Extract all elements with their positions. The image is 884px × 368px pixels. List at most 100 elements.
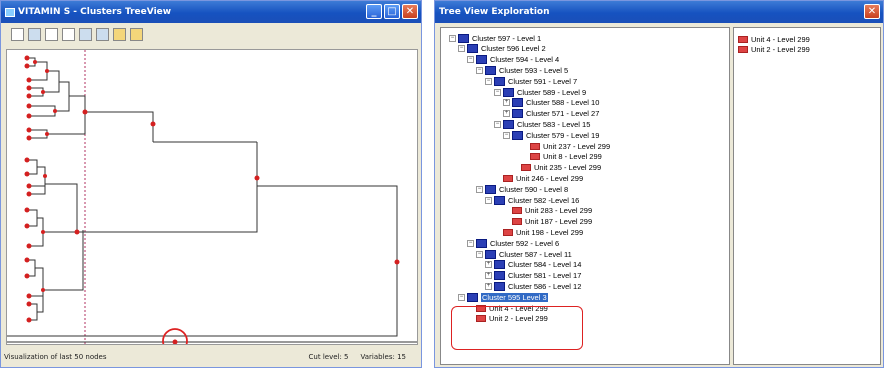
tree-node-label: Cluster 591 - Level 7 [508, 76, 578, 86]
unit-icon [503, 174, 513, 182]
tree-view-exploration-window: Tree View Exploration ✕ − Cluster 597 - L… [434, 0, 884, 368]
tree-node-cluster[interactable]: + Cluster 571 - Level 27 [503, 109, 599, 119]
tree-node-cluster[interactable]: − Cluster 579 - Level 19 [503, 130, 599, 140]
cluster-icon [476, 55, 487, 65]
expand-icon[interactable]: + [503, 99, 510, 107]
tree-node-cluster[interactable]: − Cluster 589 - Level 9 [494, 87, 586, 97]
dendrogram-canvas[interactable] [6, 49, 418, 354]
collapse-icon[interactable]: − [467, 239, 474, 247]
collapse-icon[interactable]: − [494, 120, 501, 128]
expand-icon[interactable]: + [485, 282, 492, 290]
cluster-icon [476, 238, 487, 248]
expand-icon[interactable]: + [503, 110, 510, 118]
tree-node-unit[interactable]: Unit 283 - Level 299 [503, 206, 592, 216]
tree-node-label: Cluster 593 - Level 5 [499, 65, 569, 75]
tree-node-cluster[interactable]: − Cluster 582 -Level 16 [485, 195, 579, 205]
expand-icon[interactable]: + [485, 272, 492, 280]
collapse-icon[interactable]: − [458, 45, 465, 53]
tree-node-label: Unit 246 - Level 299 [516, 173, 584, 183]
unit-icon [530, 142, 540, 150]
collapse-icon[interactable]: − [458, 293, 465, 301]
cluster-icon [494, 195, 505, 205]
cluster-icon [467, 44, 478, 54]
list-item-label: Unit 4 - Level 299 [751, 34, 810, 44]
tree-node-cluster[interactable]: − Cluster 590 - Level 8 [476, 184, 568, 194]
status-text: Visualization of last 50 nodes [4, 353, 107, 361]
detail-list-panel[interactable]: Unit 4 - Level 299 Unit 2 - Level 299 [733, 27, 881, 365]
tree-node-cluster[interactable]: − Cluster 596 Level 2 [458, 44, 546, 54]
tree-node-cluster[interactable]: − Cluster 587 - Level 11 [476, 249, 572, 259]
tree-node-label: Cluster 579 - Level 19 [526, 130, 600, 140]
tree-node-cluster[interactable]: − Cluster 591 - Level 7 [485, 76, 577, 86]
tree-node-cluster[interactable]: + Cluster 581 - Level 17 [485, 271, 581, 281]
dendrogram[interactable] [7, 50, 417, 354]
close-button[interactable]: ✕ [402, 4, 418, 19]
tree-node-label: Cluster 583 - Level 15 [517, 119, 591, 129]
status-bar: Visualization of last 50 nodes Cut level… [4, 350, 418, 364]
collapse-icon[interactable]: − [467, 56, 474, 64]
window-icon[interactable] [62, 27, 75, 41]
collapse-icon[interactable]: − [449, 34, 456, 42]
title-bar[interactable]: VITAMIN S - Clusters TreeView _ □ ✕ [1, 1, 421, 23]
copy-icon[interactable] [79, 27, 92, 41]
tree-node-cluster[interactable]: + Cluster 584 - Level 14 [485, 260, 581, 270]
tree-node-cluster[interactable]: + Cluster 588 - Level 10 [503, 98, 599, 108]
tree-node-unit[interactable]: Unit 198 - Level 299 [494, 227, 583, 237]
tree-node-label: Cluster 592 - Level 6 [490, 238, 560, 248]
collapse-icon[interactable]: − [476, 185, 483, 193]
expand-icon[interactable]: + [485, 261, 492, 269]
tree-node-unit[interactable]: Unit 246 - Level 299 [494, 173, 583, 183]
doc-icon[interactable] [113, 27, 126, 41]
tree-node-cluster[interactable]: − Cluster 593 - Level 5 [476, 65, 568, 75]
collapse-icon[interactable]: − [485, 77, 492, 85]
app-icon [5, 7, 15, 17]
tree-node-cluster[interactable]: − Cluster 597 - Level 1 [449, 33, 541, 43]
collapse-icon[interactable]: − [476, 250, 483, 258]
tree-node-label: Unit 8 - Level 299 [543, 152, 602, 162]
tree-node-cluster[interactable]: − Cluster 594 - Level 4 [467, 55, 559, 65]
title-bar[interactable]: Tree View Exploration ✕ [435, 1, 883, 23]
tree-node-label: Unit 235 - Level 299 [534, 163, 602, 173]
unit-icon [738, 46, 748, 54]
cut-level-text: Cut level: 5 [308, 353, 349, 361]
list-item[interactable]: Unit 4 - Level 299 [738, 34, 810, 44]
collapse-icon[interactable]: − [476, 66, 483, 74]
close-button[interactable]: ✕ [864, 4, 880, 19]
list-item-label: Unit 2 - Level 299 [751, 45, 810, 55]
tree-node-label: Unit 283 - Level 299 [525, 206, 593, 216]
tree-node-cluster[interactable]: − Cluster 592 - Level 6 [467, 238, 559, 248]
collapse-icon[interactable]: − [485, 196, 492, 204]
toolbar [1, 23, 421, 45]
cluster-icon [494, 76, 505, 86]
tree-node-unit[interactable]: Unit 235 - Level 299 [512, 163, 601, 173]
tree-node-label: Cluster 581 - Level 17 [508, 271, 582, 281]
tree-node-cluster[interactable]: + Cluster 586 - Level 12 [485, 281, 581, 291]
maximize-button[interactable]: □ [384, 4, 400, 19]
arrow-icon[interactable] [28, 27, 41, 41]
cluster-icon [494, 260, 505, 270]
cluster-icon [494, 281, 505, 291]
tree-node-unit[interactable]: Unit 8 - Level 299 [521, 152, 602, 162]
cluster-icon [503, 119, 514, 129]
list-item[interactable]: Unit 2 - Level 299 [738, 45, 810, 55]
cluster-icon [512, 98, 523, 108]
tree-node-cluster[interactable]: − Cluster 583 - Level 15 [494, 119, 590, 129]
cluster-icon [485, 184, 496, 194]
tree-node-cluster[interactable]: − Cluster 595 Level 3 [458, 292, 548, 302]
collapse-icon[interactable]: − [503, 131, 510, 139]
minimize-button[interactable]: _ [366, 4, 382, 19]
highlight-box [451, 306, 583, 350]
grid-icon[interactable] [45, 27, 58, 41]
tree-icon[interactable] [96, 27, 109, 41]
tree-node-label: Cluster 571 - Level 27 [526, 109, 600, 119]
list-icon[interactable] [11, 27, 24, 41]
tree-node-unit[interactable]: Unit 187 - Level 299 [503, 217, 592, 227]
tree-node-label: Unit 237 - Level 299 [543, 141, 611, 151]
cluster-icon [512, 109, 523, 119]
tree-node-unit[interactable]: Unit 237 - Level 299 [521, 141, 610, 151]
doc-alt-icon[interactable] [130, 27, 143, 41]
collapse-icon[interactable]: − [494, 88, 501, 96]
unit-icon [521, 164, 531, 172]
tree-node-label: Cluster 595 Level 3 [481, 292, 548, 302]
cluster-icon [494, 271, 505, 281]
